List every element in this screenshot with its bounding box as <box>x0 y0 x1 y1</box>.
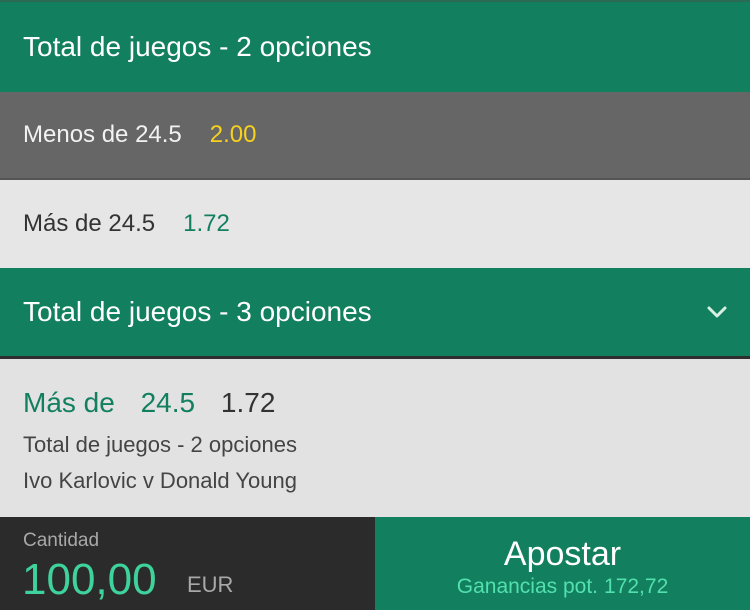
stake-currency: EUR <box>187 572 234 597</box>
option-under-24-5[interactable]: Menos de 24.5 2.00 <box>0 92 750 180</box>
bet-selection-label: Más de <box>23 387 115 418</box>
chevron-down-icon[interactable] <box>706 302 728 322</box>
potential-returns-value: 172,72 <box>604 575 669 598</box>
stake-panel[interactable]: Cantidad 100,00 EUR <box>0 517 375 610</box>
option-label: Más de 24.5 <box>23 210 156 237</box>
bet-selection-line: Más de 24.5 1.72 <box>23 387 275 419</box>
option-odds: 2.00 <box>209 121 257 148</box>
potential-returns-label: Ganancias pot. <box>456 575 599 598</box>
option-odds: 1.72 <box>183 210 230 237</box>
betslip-selection: Más de 24.5 1.72 Total de juegos - 2 opc… <box>0 356 750 517</box>
stake-amount-input[interactable]: 100,00 <box>22 555 157 605</box>
betting-screen: Total de juegos - 2 opciones Menos de 24… <box>0 0 750 610</box>
bet-selection-handicap: 24.5 <box>140 387 196 418</box>
market-header-2-options[interactable]: Total de juegos - 2 opciones <box>0 0 750 92</box>
bet-odds: 1.72 <box>220 387 276 418</box>
option-over-24-5[interactable]: Más de 24.5 1.72 <box>0 180 750 268</box>
option-label: Menos de 24.5 <box>23 121 182 148</box>
bet-market: Total de juegos - 2 opciones <box>23 432 297 457</box>
stake-label: Cantidad <box>23 530 100 551</box>
market-title: Total de juegos - 2 opciones <box>23 31 372 62</box>
place-bet-label: Apostar <box>503 535 622 573</box>
potential-returns: Ganancias pot. 172,72 <box>375 575 750 599</box>
market-header-3-options[interactable]: Total de juegos - 3 opciones <box>0 268 750 356</box>
place-bet-button[interactable]: Apostar Ganancias pot. 172,72 <box>375 517 750 610</box>
bet-event: Ivo Karlovic v Donald Young <box>23 468 297 493</box>
market-title: Total de juegos - 3 opciones <box>23 296 372 327</box>
